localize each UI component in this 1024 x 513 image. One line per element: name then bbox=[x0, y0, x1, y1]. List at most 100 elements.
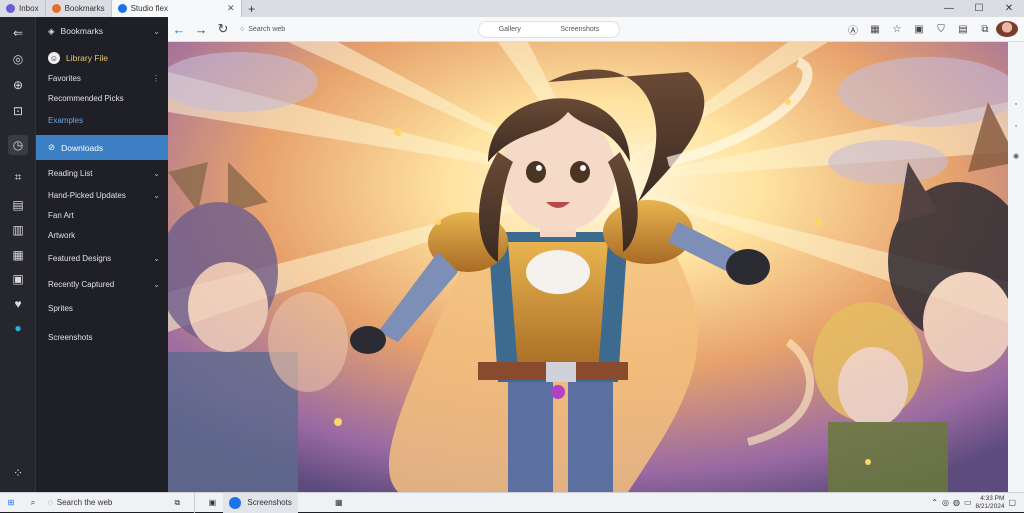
panel-header[interactable]: ◈ Bookmarks ⌄ bbox=[36, 20, 168, 42]
shield-icon[interactable]: ⛉ bbox=[930, 24, 952, 35]
toolbar-actions: Ⓐ ▦ ☆ ▣ ⛉ ▤ ⧉ bbox=[842, 21, 1024, 37]
new-tab-button[interactable]: + bbox=[242, 0, 262, 17]
sidebar-item-reading-list[interactable]: Reading List ⌄ bbox=[36, 162, 168, 184]
window-controls: — ☐ ✕ bbox=[934, 0, 1024, 17]
browser-app-icon bbox=[229, 496, 242, 509]
inbox-favicon-icon bbox=[6, 4, 15, 13]
close-tab-icon[interactable]: ✕ bbox=[227, 3, 235, 14]
sidebar-item-fan-art[interactable]: Fan Art bbox=[36, 204, 168, 226]
account-row[interactable]: ☺ Library File bbox=[36, 47, 168, 69]
sidebar-item-artwork[interactable]: Artwork bbox=[36, 224, 168, 246]
anime-illustration bbox=[168, 42, 1008, 492]
minimize-icon[interactable]: — bbox=[934, 0, 964, 17]
sidebar-item-label: Favorites bbox=[48, 73, 81, 83]
sidebar-item-label: Hand-Picked Updates bbox=[48, 190, 126, 200]
store-icon[interactable]: ▦ bbox=[328, 493, 350, 513]
taskbar: ⊞ ⌕ ◌ Search the web ⧉ ▣ Screenshots ▦ ⌃… bbox=[0, 492, 1024, 513]
sidebar-item-label: Reading List bbox=[48, 168, 93, 178]
extensions-icon[interactable]: ⧉ bbox=[974, 24, 996, 35]
sidebar-item-screenshots[interactable]: Screenshots bbox=[36, 326, 168, 348]
sidebar-item-sprites[interactable]: Sprites bbox=[36, 297, 168, 319]
chevron-down-icon: ⌄ bbox=[153, 253, 160, 263]
sidebar-item-updates[interactable]: Hand-Picked Updates ⌄ bbox=[36, 184, 168, 206]
document-icon[interactable]: ▤ bbox=[8, 195, 28, 215]
center-search-pill[interactable]: Gallery Screenshots bbox=[478, 21, 620, 38]
sidebar-item-label: Artwork bbox=[48, 230, 76, 240]
sidebar-item-downloads[interactable]: ⊘ Downloads bbox=[36, 135, 168, 160]
clock-time: 4:33 PM bbox=[980, 494, 1005, 502]
bookmark-icon[interactable]: ⊡ bbox=[8, 101, 28, 121]
grid-icon[interactable]: ▦ bbox=[864, 24, 886, 35]
globe-icon[interactable]: ⊕ bbox=[8, 75, 28, 95]
clock-date: 8/21/2024 bbox=[975, 502, 1005, 510]
volume-icon[interactable]: ◍ bbox=[953, 498, 960, 507]
page-content-image bbox=[168, 42, 1008, 492]
more-options-icon[interactable]: ⋮ bbox=[152, 74, 160, 83]
scroll-up-icon[interactable]: ▫ bbox=[1012, 100, 1020, 108]
taskbar-app-browser[interactable]: Screenshots bbox=[223, 492, 298, 513]
system-tray: ⌃ ◎ ◍ ▭ 4:33 PM 8/21/2024 ▢ bbox=[931, 495, 1024, 511]
sidebar-item-recommended[interactable]: Recommended Picks bbox=[36, 87, 168, 109]
sidebar-item-recent[interactable]: Recently Captured ⌄ bbox=[36, 273, 168, 295]
sidebar-item-label: Downloads bbox=[61, 142, 104, 153]
tab-inbox[interactable]: Inbox bbox=[0, 0, 46, 17]
back-button[interactable]: ← bbox=[168, 22, 190, 37]
sidebar-rail: ⇐ ◎ ⊕ ⊡ ◷ ⌗ ▤ ▥ ▦ ▣ ♥ ● ⁘ bbox=[0, 17, 36, 492]
history-icon[interactable]: ◷ bbox=[8, 135, 28, 155]
sidebar-item-examples[interactable]: Examples bbox=[36, 109, 168, 131]
tab-label: Inbox bbox=[19, 4, 39, 13]
taskbar-search[interactable]: ◌ Search the web bbox=[44, 493, 116, 513]
notifications-icon[interactable]: ▢ bbox=[1008, 498, 1016, 507]
reader-icon[interactable]: Ⓐ bbox=[842, 22, 864, 37]
chevron-up-icon[interactable]: ⌃ bbox=[931, 498, 938, 507]
bookmarks-panel: ◈ Bookmarks ⌄ ☺ Library File Favorites ⋮… bbox=[36, 17, 168, 492]
tab-strip: Inbox Bookmarks Studio flex ✕ + — ☐ ✕ bbox=[0, 0, 1024, 17]
sidebar-item-favorites[interactable]: Favorites ⋮ bbox=[36, 67, 168, 89]
close-window-icon[interactable]: ✕ bbox=[994, 0, 1024, 17]
back-arrow-icon[interactable]: ⇐ bbox=[8, 23, 28, 43]
settings-icon[interactable]: ⁘ bbox=[8, 463, 28, 483]
tab-label: Bookmarks bbox=[64, 4, 105, 13]
chat-icon: ◌ bbox=[48, 498, 53, 507]
taskbar-app-label: Screenshots bbox=[247, 498, 292, 507]
file-explorer-icon[interactable]: ▣ bbox=[201, 493, 223, 513]
start-menu-icon[interactable]: ⊞ bbox=[0, 493, 22, 513]
sidebar-item-label: Featured Designs bbox=[48, 253, 112, 263]
book-icon[interactable]: ▥ bbox=[8, 220, 28, 240]
side-panel-icon[interactable]: ▫ bbox=[1012, 122, 1020, 130]
search-icon[interactable]: ⌕ bbox=[22, 493, 44, 513]
maximize-icon[interactable]: ☐ bbox=[964, 0, 994, 17]
task-view-icon[interactable]: ⧉ bbox=[166, 493, 188, 513]
battery-icon[interactable]: ▭ bbox=[964, 498, 972, 507]
clock[interactable]: 4:33 PM 8/21/2024 bbox=[976, 495, 1005, 511]
sidebar-item-label: Examples bbox=[48, 115, 84, 125]
heart-icon[interactable]: ♥ bbox=[8, 294, 28, 314]
tab-bookmarks[interactable]: Bookmarks bbox=[46, 0, 112, 17]
bookmark-icon: ◈ bbox=[48, 25, 55, 36]
notes-icon[interactable]: ▦ bbox=[8, 245, 28, 265]
sidebar-item-label: Recently Captured bbox=[48, 279, 115, 289]
collections-icon[interactable]: ▣ bbox=[908, 24, 930, 35]
compass-icon[interactable]: ◎ bbox=[8, 49, 28, 69]
address-text: Search web bbox=[248, 25, 286, 33]
star-icon[interactable]: ☆ bbox=[886, 24, 908, 35]
chevron-down-icon: ⌄ bbox=[153, 168, 160, 178]
wallet-icon[interactable]: ▤ bbox=[952, 24, 974, 35]
taskbar-divider bbox=[194, 492, 196, 513]
search-icon: ○ bbox=[240, 25, 245, 33]
chevron-down-icon: ⌄ bbox=[153, 26, 160, 36]
eye-icon[interactable]: ◉ bbox=[1012, 152, 1020, 160]
center-left-label: Gallery bbox=[498, 26, 521, 33]
account-label: Library File bbox=[66, 53, 109, 63]
avatar[interactable] bbox=[996, 21, 1018, 37]
extensions-icon[interactable]: ⌗ bbox=[8, 167, 28, 187]
reload-button[interactable]: ↻ bbox=[212, 21, 234, 37]
address-bar[interactable]: ○ Search web bbox=[234, 21, 294, 38]
network-icon[interactable]: ◎ bbox=[942, 498, 949, 507]
forward-button[interactable]: → bbox=[190, 22, 212, 37]
tab-active[interactable]: Studio flex ✕ bbox=[111, 0, 242, 17]
site-favicon-icon bbox=[117, 4, 127, 13]
sidebar-item-featured[interactable]: Featured Designs ⌄ bbox=[36, 247, 168, 269]
app-icon[interactable]: ● bbox=[8, 318, 28, 338]
calendar-icon[interactable]: ▣ bbox=[8, 269, 28, 289]
